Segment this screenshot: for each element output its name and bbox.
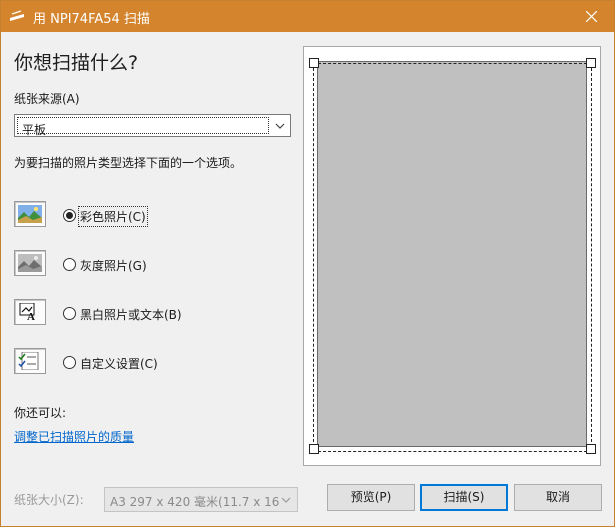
paper-source-focus: 平板 [17, 117, 269, 137]
option-bw-photo-text[interactable]: A 黑白照片或文本(B) [14, 299, 294, 329]
title-bar: 用 NPI74FA54 扫描 [1, 1, 614, 32]
radio-grayscale-photo[interactable] [63, 258, 76, 271]
crop-frame[interactable] [313, 63, 592, 452]
close-icon [585, 11, 597, 22]
bw-photo-text-icon: A [14, 299, 46, 325]
paper-source-label: 纸张来源(A) [14, 92, 80, 106]
option-label-bw-photo-text[interactable]: 黑白照片或文本(B) [80, 306, 182, 323]
option-label-color-photo[interactable]: 彩色照片(C) [78, 206, 148, 227]
adjust-quality-link[interactable]: 调整已扫描照片的质量 [14, 428, 134, 445]
option-label-grayscale-photo[interactable]: 灰度照片(G) [80, 257, 147, 274]
also-label: 你还可以: [14, 406, 67, 420]
scan-preview-area [303, 46, 601, 466]
radio-bw-photo-text[interactable] [63, 307, 76, 320]
cancel-button[interactable]: 取消 [514, 484, 602, 511]
option-custom-settings[interactable]: 自定义设置(C) [14, 348, 294, 378]
scan-dialog: 用 NPI74FA54 扫描 你想扫描什么? 纸张来源(A) 平板 为要扫描的照… [0, 0, 615, 527]
paper-size-select[interactable]: A3 297 x 420 毫米(11.7 x 16.5 [104, 487, 298, 512]
crop-handle-top-right[interactable] [586, 58, 596, 68]
option-grayscale-photo[interactable]: 灰度照片(G) [14, 250, 294, 280]
chevron-down-icon [275, 123, 285, 129]
page-title: 你想扫描什么? [14, 52, 139, 74]
close-button[interactable] [568, 1, 614, 32]
grayscale-photo-icon [14, 250, 46, 276]
radio-custom-settings[interactable] [63, 356, 76, 369]
scan-button[interactable]: 扫描(S) [420, 484, 508, 511]
crop-handle-bottom-left[interactable] [309, 444, 319, 454]
paper-size-label: 纸张大小(Z): [14, 493, 84, 507]
scanner-icon [10, 10, 24, 21]
chevron-down-icon [281, 497, 291, 503]
crop-handle-top-left[interactable] [309, 58, 319, 68]
paper-size-value: A3 297 x 420 毫米(11.7 x 16.5 [110, 495, 280, 509]
option-label-custom-settings[interactable]: 自定义设置(C) [80, 355, 158, 372]
paper-source-value: 平板 [22, 123, 47, 137]
color-photo-icon [14, 201, 46, 227]
custom-settings-icon [14, 348, 46, 374]
paper-source-select[interactable]: 平板 [14, 114, 291, 137]
scan-type-hint: 为要扫描的照片类型选择下面的一个选项。 [14, 156, 243, 170]
svg-text:A: A [27, 311, 35, 321]
preview-button[interactable]: 预览(P) [327, 484, 415, 511]
radio-color-photo[interactable] [63, 209, 76, 222]
crop-handle-bottom-right[interactable] [586, 444, 596, 454]
option-color-photo[interactable]: 彩色照片(C) [14, 201, 294, 231]
window-title: 用 NPI74FA54 扫描 [33, 12, 150, 27]
